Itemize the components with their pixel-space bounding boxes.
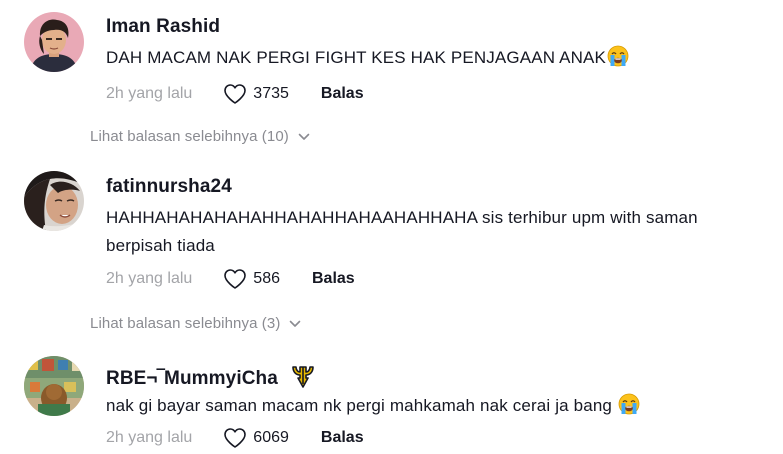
- comment-meta: 2h yang lalu 586 Balas: [106, 267, 355, 291]
- comment-username[interactable]: Iman Rashid: [106, 16, 220, 38]
- comment-text: HAHHAHAHAHAHAHHAHAHHAHAAHAHHAHA sis terh…: [106, 208, 698, 255]
- view-more-replies-button[interactable]: Lihat balasan selebihnya (3): [90, 315, 301, 332]
- like-count: 6069: [253, 429, 289, 446]
- reply-button[interactable]: Balas: [312, 270, 355, 288]
- like-count: 3735: [253, 85, 289, 102]
- comment-text-content: nak gi bayar saman macam nk pergi mahkam…: [106, 396, 613, 415]
- comment-meta: 2h yang lalu 3735 Balas: [106, 82, 364, 106]
- chevron-down-icon: [280, 320, 301, 328]
- comment-list: Iman Rashid DAH MACAM NAK PERGI FIGHT KE…: [0, 0, 783, 454]
- heart-icon: [223, 268, 247, 290]
- view-more-replies-label: Lihat balasan selebihnya (3): [90, 315, 281, 332]
- comment-text: nak gi bayar saman macam nk pergi mahkam…: [106, 392, 746, 424]
- comment-timestamp: 2h yang lalu: [106, 270, 193, 287]
- heart-icon: [223, 83, 247, 105]
- comment-timestamp: 2h yang lalu: [106, 85, 193, 102]
- avatar[interactable]: [24, 12, 84, 72]
- like-button[interactable]: 3735: [223, 83, 289, 105]
- comment-username[interactable]: RBE¬‾MummyiCha: [106, 364, 316, 394]
- comment-username[interactable]: fatinnursha24: [106, 176, 232, 198]
- reply-button[interactable]: Balas: [321, 85, 364, 103]
- reply-button[interactable]: Balas: [321, 429, 364, 447]
- like-button[interactable]: 586: [223, 268, 280, 290]
- heart-icon: [223, 427, 247, 449]
- comment-username-text: RBE¬‾MummyiCha: [106, 368, 278, 389]
- like-count: 586: [253, 270, 280, 287]
- loudly-crying-face-icon: [618, 393, 640, 424]
- comment-timestamp: 2h yang lalu: [106, 429, 193, 446]
- loudly-crying-face-icon: [607, 45, 629, 76]
- view-more-replies-button[interactable]: Lihat balasan selebihnya (10): [90, 128, 310, 145]
- comment-text-content: DAH MACAM NAK PERGI FIGHT KES HAK PENJAG…: [106, 48, 606, 67]
- trident-icon: [290, 364, 316, 394]
- avatar[interactable]: [24, 356, 84, 416]
- like-button[interactable]: 6069: [223, 427, 289, 449]
- view-more-replies-label: Lihat balasan selebihnya (10): [90, 128, 289, 145]
- comment-text: DAH MACAM NAK PERGI FIGHT KES HAK PENJAG…: [106, 44, 746, 76]
- comment-meta: 2h yang lalu 6069 Balas: [106, 426, 364, 450]
- chevron-down-icon: [289, 133, 310, 141]
- avatar[interactable]: [24, 171, 84, 231]
